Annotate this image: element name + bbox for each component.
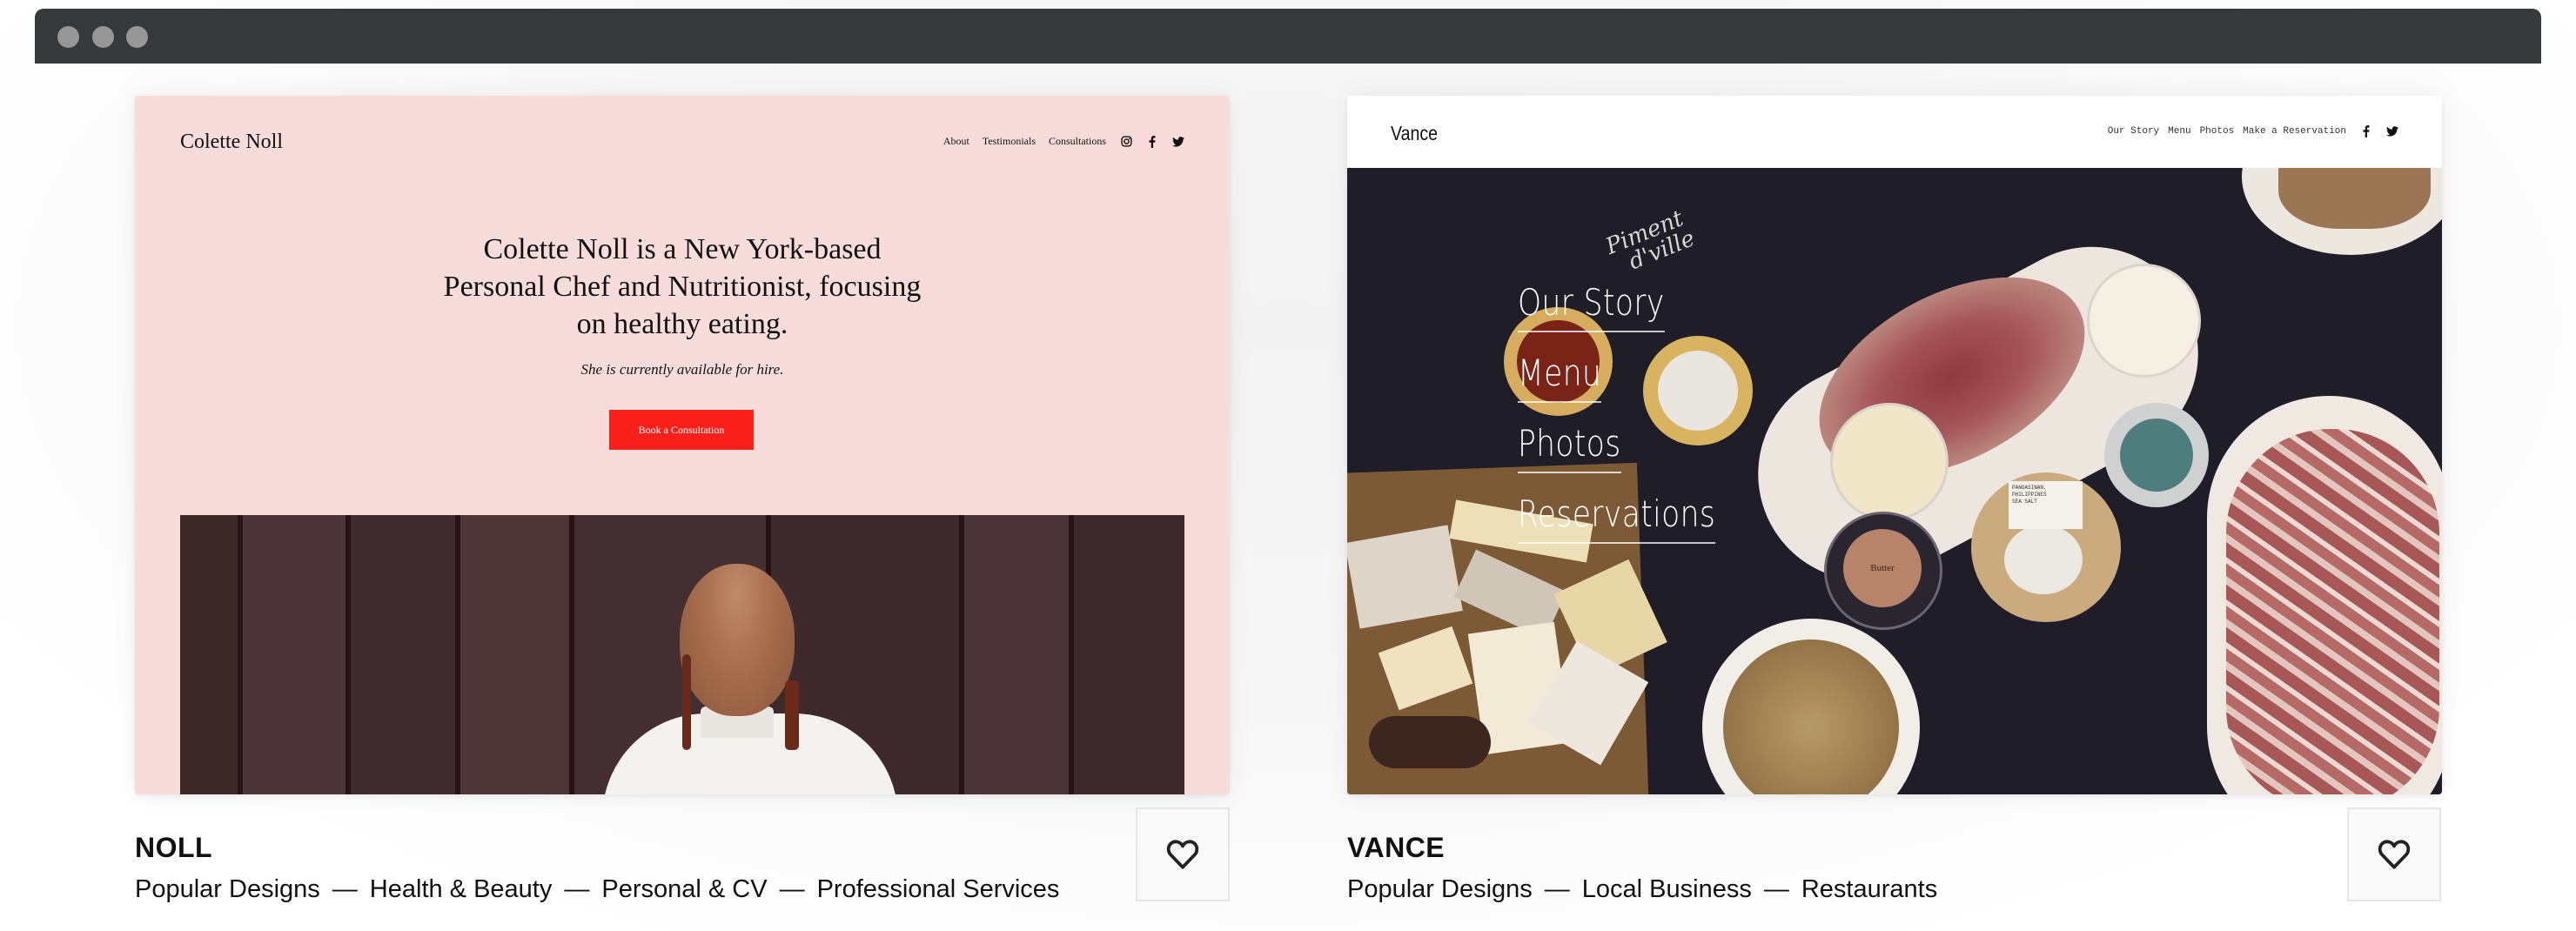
category-separator: — [564,875,590,903]
hero-link-reservations[interactable]: Reservations [1518,492,1716,544]
instagram-icon[interactable] [1120,136,1132,148]
chef-portrait-photo [180,515,1184,794]
window-minimize-dot[interactable] [92,26,114,48]
preview-site-logo: Colette Noll [180,131,283,153]
headline-line: on healthy eating. [576,308,788,340]
butter-label: Butter [1843,529,1922,607]
template-name-vance[interactable]: VANCE [1347,832,1445,864]
nav-link-our-story[interactable]: Our Story [2108,126,2159,137]
facebook-icon[interactable] [2360,125,2372,137]
browser-window-bar [35,9,2541,64]
favorite-button-vance[interactable] [2347,807,2441,901]
template-categories-vance: Popular Designs — Local Business — Restauran… [1347,875,1937,904]
category-link[interactable]: Popular Designs [1347,875,1533,903]
heart-outline-icon [1166,840,1199,869]
template-preview-noll[interactable]: Colette Noll About Testimonials Consulta… [135,96,1230,794]
hero-link-photos[interactable]: Photos [1518,422,1621,473]
category-link[interactable]: Popular Designs [135,875,320,903]
butter-tub-open [1830,403,1949,521]
category-link[interactable]: Professional Services [817,875,1060,903]
hero-link-our-story[interactable]: Our Story [1518,281,1665,332]
window-close-dot[interactable] [57,26,79,48]
preview-site-nav: About Testimonials Consultations [930,135,1184,148]
favorite-button-noll[interactable] [1136,807,1230,901]
nav-link-testimonials[interactable]: Testimonials [983,135,1036,148]
nav-link-menu[interactable]: Menu [2168,126,2190,137]
chef-face [680,564,795,716]
category-link[interactable]: Restaurants [1801,875,1937,903]
window-maximize-dot[interactable] [126,26,148,48]
nav-link-about[interactable]: About [943,135,969,148]
preview-headline: Colette Noll is a New York-based Persona… [135,231,1230,343]
salt-label: PANGASINAN, PHILIPPINES SEA SALT [2009,481,2083,529]
nav-link-photos[interactable]: Photos [2200,126,2235,137]
facebook-icon[interactable] [1146,135,1158,148]
template-name-noll[interactable]: NOLL [135,832,212,864]
chalk-writing: Piment d'ville [1602,205,1699,276]
blue-dip [2120,419,2193,492]
category-separator: — [1763,875,1789,903]
preview-subtext: She is currently available for hire. [580,361,784,378]
preview-site-header: Vance Our Story Menu Photos Make a Reser… [1347,96,2442,168]
category-link[interactable]: Personal & CV [601,875,767,903]
twitter-icon[interactable] [2386,125,2398,137]
food-spread-photo: PANGASINAN, PHILIPPINES SEA SALT Butter … [1347,168,2442,794]
category-link[interactable]: Health & Beauty [370,875,553,903]
nav-link-consultations[interactable]: Consultations [1049,135,1106,148]
headline-line: Colette Noll is a New York-based [483,233,882,265]
category-link[interactable]: Local Business [1582,875,1752,903]
twitter-icon[interactable] [1172,136,1184,148]
book-consultation-button[interactable]: Book a Consultation [609,410,754,450]
preview-site-nav: Our Story Menu Photos Make a Reservation [2099,125,2398,137]
headline-line: Personal Chef and Nutritionist, focusing [443,271,922,303]
category-separator: — [332,875,358,903]
preview-site-logo: Vance [1391,122,1438,144]
template-categories-noll: Popular Designs — Health & Beauty — Personal… [135,875,1059,904]
category-separator: — [779,875,805,903]
hero-link-menu[interactable]: Menu [1518,352,1602,403]
cream-tub [2087,264,2201,378]
template-preview-vance[interactable]: Vance Our Story Menu Photos Make a Reser… [1347,96,2442,794]
nav-link-make-reservation[interactable]: Make a Reservation [2243,126,2346,137]
category-separator: — [1544,875,1570,903]
heart-outline-icon [2378,840,2411,869]
